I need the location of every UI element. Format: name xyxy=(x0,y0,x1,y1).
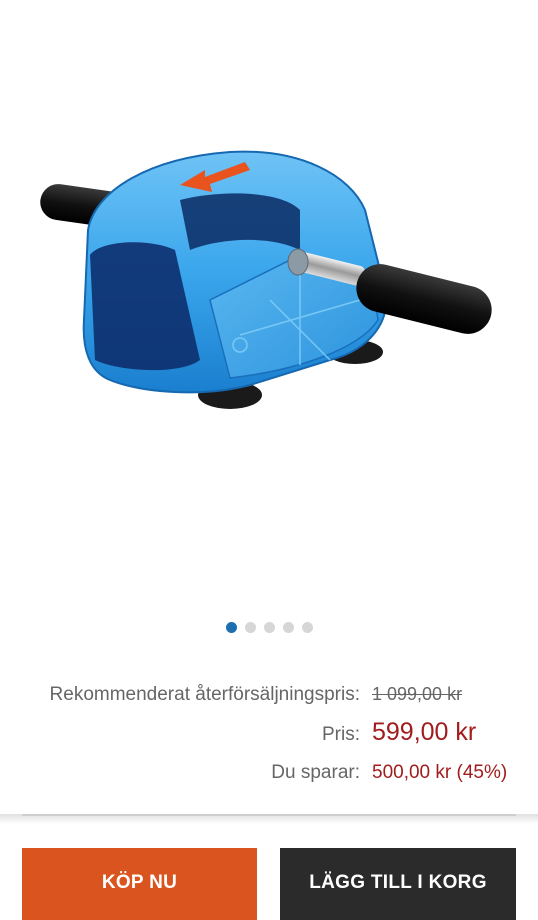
savings-label: Du sparar: xyxy=(271,762,360,783)
rrp-value: 1 099,00 kr xyxy=(372,684,463,704)
carousel-dot-3[interactable] xyxy=(263,622,275,633)
section-divider xyxy=(0,814,538,824)
price-value: 599,00 kr xyxy=(372,718,477,746)
ab-roller-illustration xyxy=(40,150,492,409)
price-block: Rekommenderat återförsäljningspris: 1 09… xyxy=(0,684,514,802)
price-label: Pris: xyxy=(322,724,360,745)
carousel-dot-1[interactable] xyxy=(225,622,237,633)
savings-value: 500,00 kr (45%) xyxy=(372,762,508,783)
price-row: Pris: 599,00 kr xyxy=(0,718,514,762)
savings-row: Du sparar: 500,00 kr (45%) xyxy=(0,762,514,802)
add-to-cart-button[interactable]: LÄGG TILL I KORG xyxy=(280,848,516,920)
product-image[interactable] xyxy=(0,0,538,600)
carousel-dot-5[interactable] xyxy=(301,622,313,633)
buy-now-button[interactable]: KÖP NU xyxy=(22,848,257,920)
carousel-dot-4[interactable] xyxy=(282,622,294,633)
rrp-row: Rekommenderat återförsäljningspris: 1 09… xyxy=(0,684,514,718)
rrp-label: Rekommenderat återförsäljningspris: xyxy=(49,684,360,705)
carousel-dot-2[interactable] xyxy=(244,622,256,633)
image-carousel-dots xyxy=(0,622,538,636)
